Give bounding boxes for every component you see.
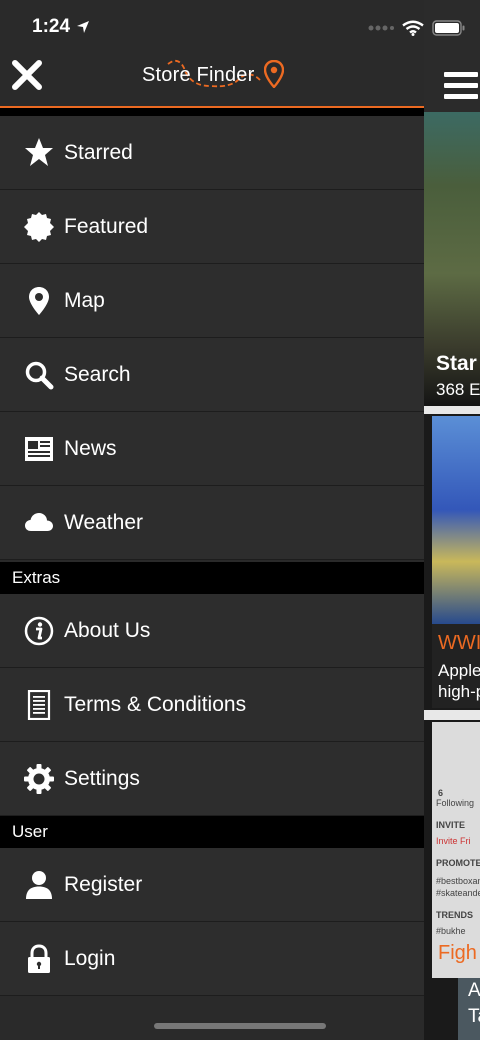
card-text: #bukhe [436,926,466,936]
menu-item-news[interactable]: News [0,412,424,486]
hamburger-menu-icon[interactable] [444,72,478,99]
banner-text: A [468,980,480,1001]
news-card[interactable]: 6 Following INVITE Invite Fri PROMOTED #… [432,722,480,978]
menu-item-label: Terms & Conditions [64,692,247,716]
map-pin-icon [264,60,284,88]
info-icon [24,616,54,645]
menu-item-terms[interactable]: Terms & Conditions [0,668,424,742]
home-indicator[interactable] [154,1023,326,1029]
menu-item-label: Weather [64,510,143,534]
news-card-title: WWI [438,632,480,654]
status-time: 1:24 [32,16,71,37]
wifi-icon [402,20,424,36]
banner-text: Ta [468,1006,480,1027]
menu-item-label: Settings [64,766,140,790]
menu-item-settings[interactable]: Settings [0,742,424,816]
battery-icon [432,20,465,36]
gear-icon [24,763,54,794]
menu-item-register[interactable]: Register [0,848,424,922]
store-card-address: 368 E [436,380,480,399]
status-indicators [368,20,466,36]
menu-item-label: Register [64,872,143,896]
background-feed: Star 368 E WWI Apple high-p 6 Following … [424,0,480,1040]
news-card-summary-line: high-p [438,682,480,701]
feed-divider [424,710,480,720]
menu-item-starred[interactable]: Starred [0,116,424,190]
feed-divider [424,406,480,414]
news-card[interactable]: WWI Apple high-p [432,416,480,708]
cloud-icon [25,512,53,531]
card-text: #skateandenjo [436,888,480,898]
card-text: Invite Fri [436,836,471,846]
news-card-title: Figh [438,942,477,964]
menu-item-weather[interactable]: Weather [0,486,424,560]
section-header-extras: Extras [0,562,424,594]
news-card-summary: Apple high-p [438,660,480,702]
menu-item-label: Login [64,946,116,970]
news-card-summary-line: Apple [438,661,480,680]
menu-item-label: Map [64,288,105,312]
card-text: #bestboxanyw [436,876,480,886]
card-text: Following [436,798,475,808]
badge-icon [24,211,54,242]
menu-item-about-us[interactable]: About Us [0,594,424,668]
search-icon [25,361,54,389]
card-text: INVITE [436,820,466,830]
user-icon [26,870,52,899]
map-pin-icon [29,286,49,315]
signal-dots-icon [368,25,394,31]
location-arrow-icon [77,21,89,33]
card-text: PROMOTED [436,858,480,868]
close-button[interactable] [10,58,44,92]
news-card-image [432,416,480,624]
menu-item-search[interactable]: Search [0,338,424,412]
bottom-banner[interactable]: A Ta [458,978,480,1040]
lock-icon [28,943,50,973]
status-bar: 1:24 [0,0,480,56]
newspaper-icon [25,436,53,461]
menu-item-login[interactable]: Login [0,922,424,996]
close-icon [12,60,42,90]
document-icon [27,689,51,720]
store-card-title: Star [436,352,477,375]
logo-text: Store Finder [142,64,255,86]
menu-item-label: Featured [64,214,149,238]
section-header-user: User [0,816,424,848]
menu-item-label: Starred [64,141,133,164]
store-finder-logo: Store Finder [140,56,290,96]
card-text: 6 [438,788,444,798]
menu-item-map[interactable]: Map [0,264,424,338]
navigation-drawer: Store Finder Categories Starred Featured… [0,0,424,1040]
menu-item-label: News [64,436,117,460]
menu-item-featured[interactable]: Featured [0,190,424,264]
menu-item-label: About Us [64,618,151,642]
card-text: TRENDS [436,910,474,920]
menu-item-label: Search [64,362,131,386]
star-icon [25,138,53,166]
